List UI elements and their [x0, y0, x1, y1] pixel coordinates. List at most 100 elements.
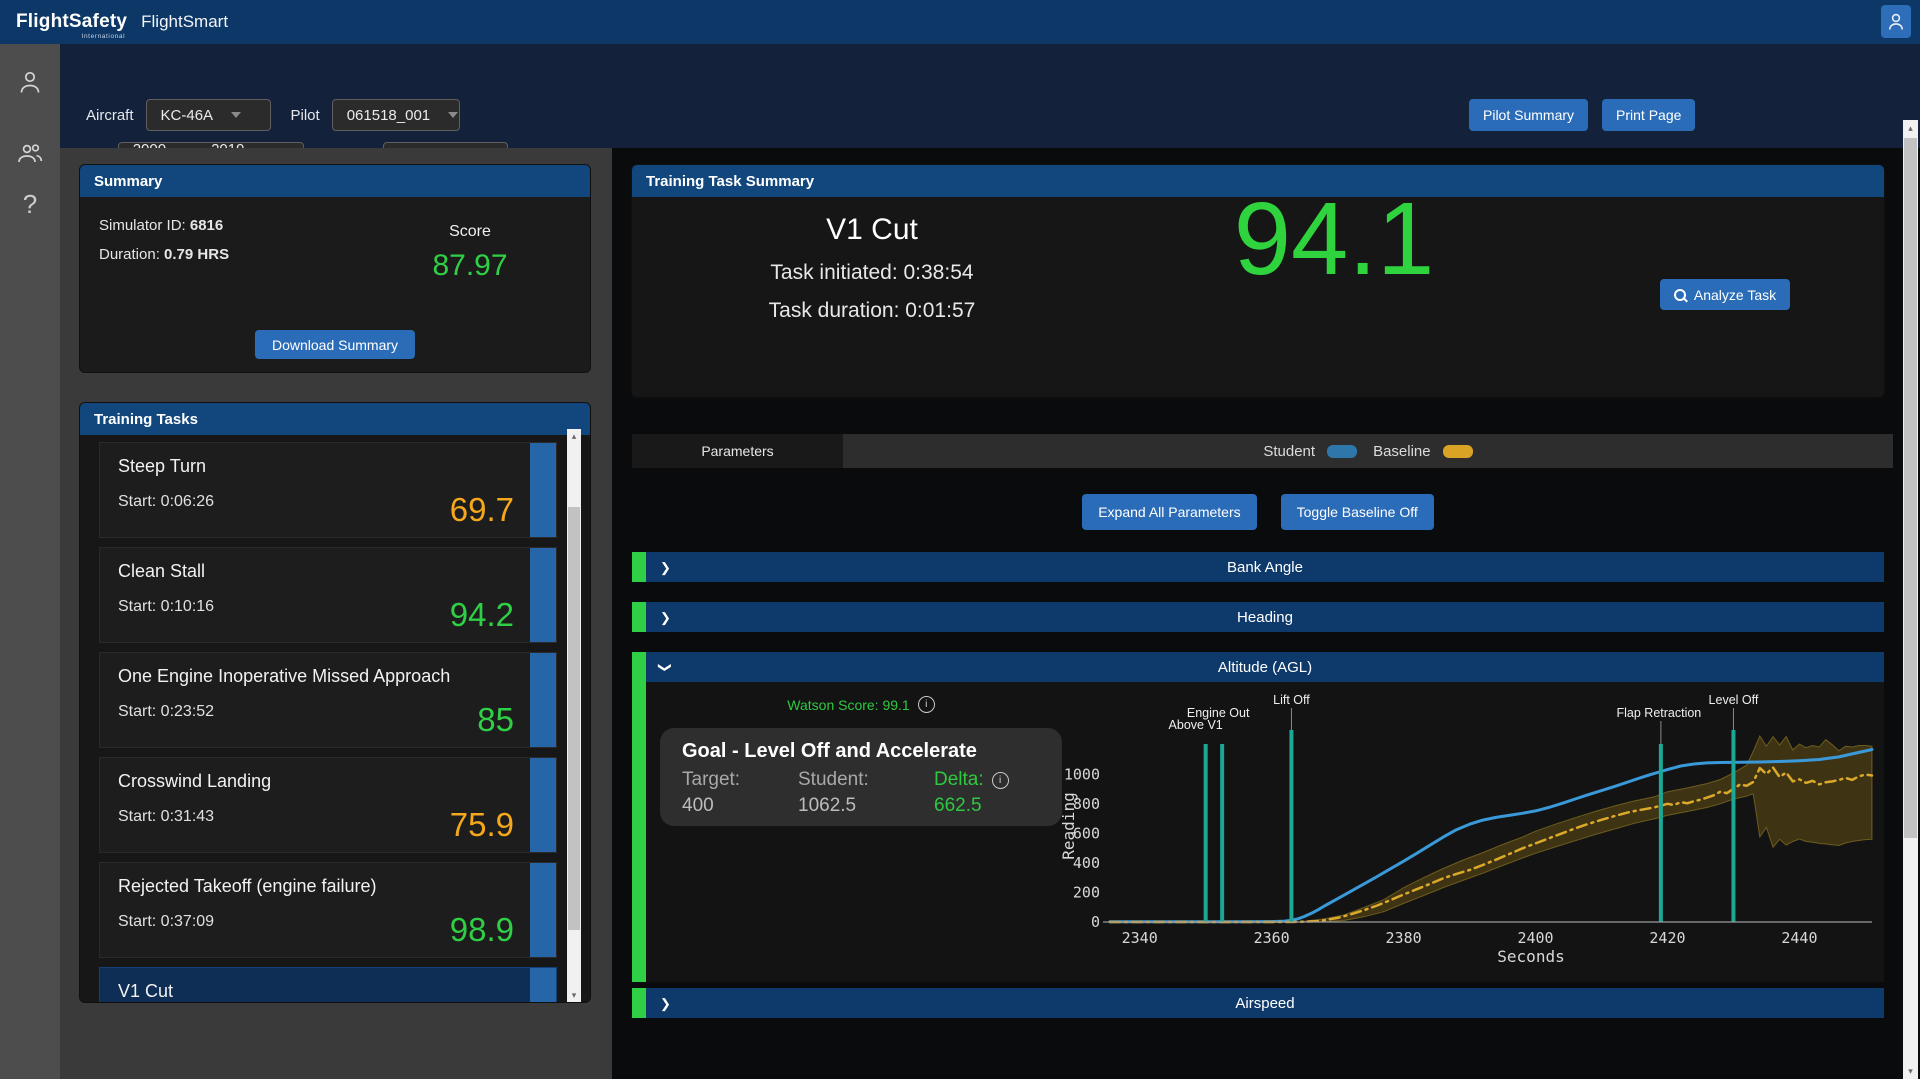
svg-text:200: 200	[1073, 883, 1100, 901]
summary-card: Summary Simulator ID: 6816 Duration: 0.7…	[80, 165, 590, 372]
task-score-bar	[530, 653, 556, 747]
parameter-title: Airspeed	[646, 995, 1884, 1012]
simulator-id: Simulator ID: 6816	[99, 217, 223, 234]
page-scrollbar-thumb[interactable]	[1904, 138, 1917, 838]
pilot-summary-button[interactable]: Pilot Summary	[1469, 99, 1588, 131]
filter-bar: Aircraft KC-46A Pilot 061518_001 Date 20…	[60, 44, 1920, 148]
user-menu-button[interactable]	[1881, 5, 1911, 38]
student-label: Student:	[798, 769, 934, 791]
task-score: 75.9	[450, 806, 514, 844]
task-score-value: 94.1	[1184, 187, 1484, 290]
parameter-status-bar	[632, 652, 646, 982]
app-name: FlightSmart	[141, 12, 228, 32]
sidebar-item-help[interactable]: ?	[0, 184, 60, 224]
score-label: Score	[405, 223, 535, 241]
download-summary-button[interactable]: Download Summary	[255, 330, 415, 359]
parameter-header-altitude[interactable]: ❯ Altitude (AGL)	[646, 652, 1884, 682]
svg-text:1000: 1000	[1064, 765, 1100, 783]
parameter-row-bank-angle: ❯ Bank Angle	[632, 552, 1884, 582]
legend-item[interactable]: Baseline	[1373, 443, 1473, 460]
training-task-summary-card: Training Task Summary V1 Cut Task initia…	[632, 165, 1884, 397]
scroll-down-arrow[interactable]: ▾	[1903, 1065, 1918, 1077]
task-start-time: Start: 0:31:43	[118, 808, 214, 826]
task-list-item[interactable]: Clean StallStart: 0:10:1694.2	[100, 548, 556, 642]
target-value: 400	[682, 795, 798, 817]
parameter-header-airspeed[interactable]: ❯ Airspeed	[646, 988, 1884, 1018]
parameter-title: Altitude (AGL)	[646, 659, 1884, 676]
scroll-down-arrow[interactable]: ▾	[567, 989, 581, 1001]
pilot-select[interactable]: 061518_001	[332, 99, 460, 131]
task-name: Steep Turn	[118, 456, 206, 477]
parameter-status-bar	[632, 988, 646, 1018]
summary-title: Summary	[94, 173, 162, 190]
expand-all-parameters-button[interactable]: Expand All Parameters	[1082, 494, 1256, 530]
altitude-detail-body: Watson Score: 99.1 i Goal - Level Off an…	[646, 682, 1884, 982]
parameter-title: Heading	[646, 609, 1884, 626]
watson-score: Watson Score: 99.1 i	[660, 696, 1062, 713]
toggle-baseline-button[interactable]: Toggle Baseline Off	[1281, 494, 1434, 530]
task-list-item[interactable]: V1 Cut	[100, 968, 556, 1002]
task-list-item[interactable]: Rejected Takeoff (engine failure)Start: …	[100, 863, 556, 957]
task-score: 85	[477, 701, 514, 739]
task-name: Rejected Takeoff (engine failure)	[118, 876, 377, 897]
summary-card-header: Summary	[80, 165, 590, 197]
chevron-down-icon	[231, 112, 241, 118]
analyze-task-button[interactable]: Analyze Task	[1660, 279, 1790, 310]
svg-text:Engine Out: Engine Out	[1187, 706, 1250, 720]
aircraft-select[interactable]: KC-46A	[146, 99, 271, 131]
tasks-scrollbar-thumb[interactable]	[568, 507, 580, 930]
task-list-item[interactable]: Steep Turn Start: 0:06:26 69.7	[100, 443, 556, 537]
task-list-item[interactable]: One Engine Inoperative Missed ApproachSt…	[100, 653, 556, 747]
brand-subtext: International	[82, 33, 126, 40]
legend-item[interactable]: Student	[1263, 443, 1357, 460]
svg-text:Seconds: Seconds	[1497, 947, 1564, 966]
tasks-scrollbar[interactable]: ▴ ▾	[567, 429, 581, 1002]
current-task-block: V1 Cut Task initiated: 0:38:54 Task dura…	[722, 213, 1022, 323]
brand-text: FlightSafety	[16, 11, 127, 32]
sidebar-item-pilot[interactable]	[0, 62, 60, 102]
info-icon[interactable]: i	[992, 772, 1009, 789]
page-scrollbar[interactable]: ▴ ▾	[1903, 120, 1918, 1079]
task-name: Crosswind Landing	[118, 771, 271, 792]
legend-label: Student	[1263, 443, 1315, 460]
training-tasks-header: Training Tasks	[80, 403, 590, 435]
altitude-chart[interactable]: Above V1Engine OutLift OffFlap Retractio…	[1060, 690, 1884, 966]
parameter-row-altitude: ❯ Altitude (AGL) Watson Score: 99.1 i Go…	[632, 652, 1884, 982]
scroll-up-arrow[interactable]: ▴	[1903, 122, 1918, 134]
training-task-summary-title: Training Task Summary	[646, 173, 814, 190]
task-start-time: Start: 0:10:16	[118, 598, 214, 616]
brand-logo: FlightSafety International	[16, 11, 127, 33]
task-list-item[interactable]: Crosswind Landing Start: 0:31:43 75.9	[100, 758, 556, 852]
aircraft-label: Aircraft	[86, 107, 134, 124]
session-duration: Duration: 0.79 HRS	[99, 246, 229, 263]
tab-parameters[interactable]: Parameters	[632, 434, 843, 468]
parameters-bar: Parameters Student Baseline	[632, 434, 1893, 468]
task-start-time: Start: 0:23:52	[118, 703, 214, 721]
task-score: 69.7	[450, 491, 514, 529]
user-icon	[1888, 13, 1904, 31]
training-tasks-viewport: Steep Turn Start: 0:06:26 69.7 Clean StallS…	[80, 435, 590, 1002]
task-score-bar	[530, 443, 556, 537]
score-value: 87.97	[405, 249, 535, 283]
parameter-row-heading: ❯ Heading	[632, 602, 1884, 632]
chevron-right-icon: ❯	[660, 997, 671, 1010]
info-icon[interactable]: i	[918, 696, 935, 713]
session-score: Score 87.97	[405, 223, 535, 283]
session-panel: Summary Simulator ID: 6816 Duration: 0.7…	[60, 148, 612, 1079]
person-icon	[18, 69, 42, 95]
task-duration: Task duration: 0:01:57	[722, 299, 1022, 323]
scroll-up-arrow[interactable]: ▴	[567, 430, 581, 442]
sidebar-item-pilots-group[interactable]	[0, 134, 60, 174]
parameter-header-heading[interactable]: ❯ Heading	[646, 602, 1884, 632]
goal-title: Goal - Level Off and Accelerate	[682, 740, 1062, 763]
parameter-status-bar	[632, 552, 646, 582]
task-score-bar	[530, 548, 556, 642]
people-icon	[16, 142, 44, 166]
print-page-button[interactable]: Print Page	[1602, 99, 1695, 131]
task-score-bar	[530, 968, 556, 1002]
student-value: 1062.5	[798, 795, 934, 817]
svg-text:Flap Retraction: Flap Retraction	[1617, 706, 1702, 720]
parameter-header-bank-angle[interactable]: ❯ Bank Angle	[646, 552, 1884, 582]
task-start-time: Start: 0:06:26	[118, 493, 214, 511]
search-icon	[1674, 289, 1686, 301]
